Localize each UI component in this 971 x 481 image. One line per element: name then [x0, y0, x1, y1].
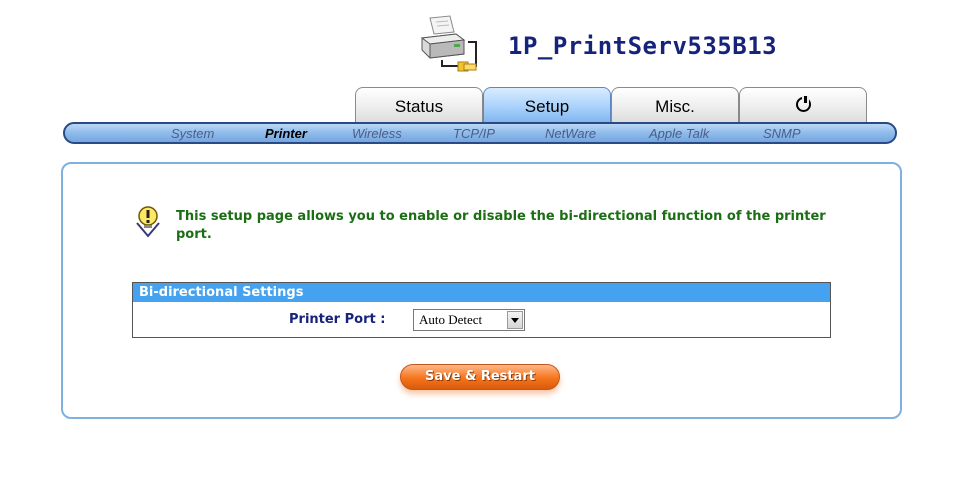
tab-misc[interactable]: Misc.: [611, 87, 739, 123]
subnav-wireless[interactable]: Wireless: [352, 126, 402, 141]
info-description: This setup page allows you to enable or …: [176, 209, 826, 242]
subnav-apple-talk[interactable]: Apple Talk: [649, 126, 709, 141]
setup-subnav: System Printer Wireless TCP/IP NetWare A…: [63, 122, 897, 144]
printer-network-icon: [416, 14, 486, 78]
printer-port-label: Printer Port :: [289, 312, 386, 327]
device-name-title: 1P_PrintServ535B13: [508, 32, 778, 60]
bi-directional-settings-table: Bi-directional Settings Printer Port : A…: [132, 282, 831, 338]
printer-port-row: Printer Port : Auto Detect: [133, 302, 830, 337]
settings-header: Bi-directional Settings: [133, 283, 830, 302]
subnav-snmp[interactable]: SNMP: [763, 126, 801, 141]
printer-port-value: Auto Detect: [419, 312, 483, 327]
save-restart-button[interactable]: Save & Restart: [400, 364, 560, 390]
subnav-printer[interactable]: Printer: [265, 126, 307, 141]
tab-setup[interactable]: Setup: [483, 87, 611, 123]
tab-power[interactable]: [739, 87, 867, 123]
lightbulb-tip-icon: [134, 203, 162, 239]
subnav-system[interactable]: System: [171, 126, 214, 141]
chevron-down-icon[interactable]: [507, 311, 523, 329]
subnav-netware[interactable]: NetWare: [545, 126, 596, 141]
tab-status[interactable]: Status: [355, 87, 483, 123]
power-icon: [795, 96, 811, 112]
subnav-tcpip[interactable]: TCP/IP: [453, 126, 495, 141]
printer-port-select[interactable]: Auto Detect: [413, 309, 525, 331]
